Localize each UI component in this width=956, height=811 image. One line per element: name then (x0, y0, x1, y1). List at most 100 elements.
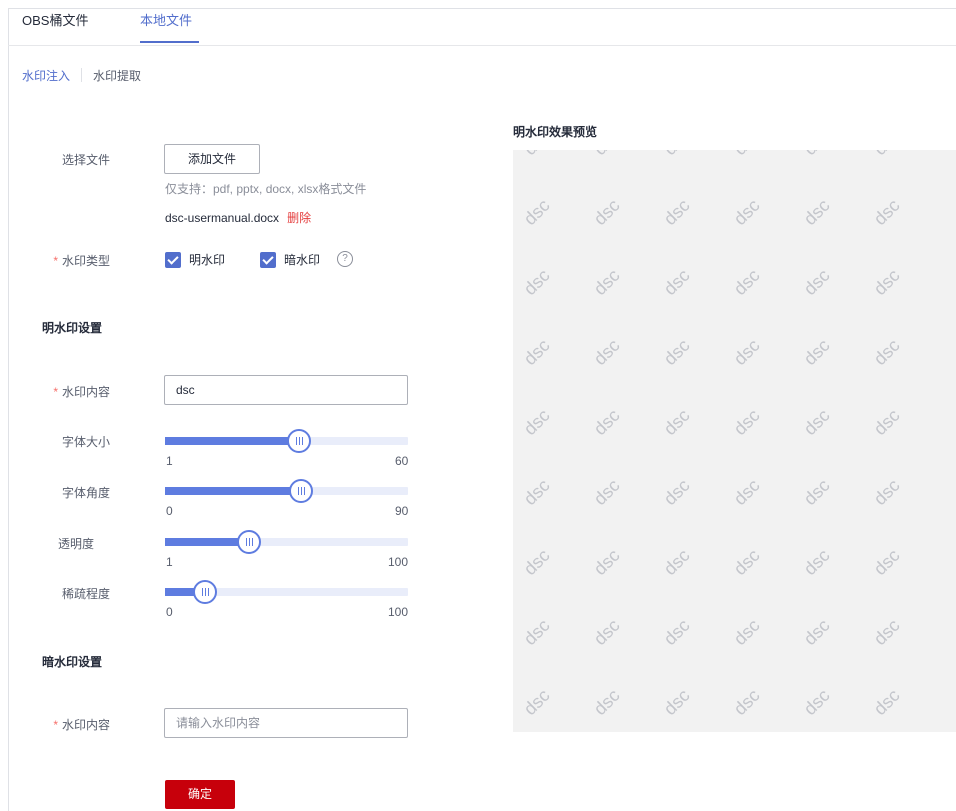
tab-obs-files[interactable]: OBS桶文件 (22, 10, 88, 29)
watermark-text: dsc (519, 405, 554, 440)
visible-watermark-settings-title: 明水印设置 (42, 321, 103, 335)
watermark-text: dsc (519, 615, 554, 650)
watermark-text: dsc (869, 195, 904, 230)
sparsity-min: 0 (166, 605, 173, 619)
confirm-button[interactable]: 确定 (165, 780, 235, 809)
watermark-text: dsc (730, 150, 765, 160)
watermark-text: dsc (660, 150, 695, 160)
invisible-content-label: * 水印内容 (53, 718, 110, 732)
watermark-text: dsc (659, 685, 694, 720)
slider-handle[interactable] (289, 479, 313, 503)
watermark-text: dsc (519, 685, 554, 720)
opacity-max: 100 (388, 555, 409, 569)
watermark-text: dsc (659, 615, 694, 650)
watermark-text: dsc (659, 195, 694, 230)
watermark-text: dsc (799, 615, 834, 650)
checkbox-checked-icon (165, 251, 181, 268)
font-angle-label: 字体角度 (61, 486, 110, 500)
subnav-divider (81, 68, 83, 82)
sparsity-max: 100 (388, 605, 409, 619)
watermark-text: dsc (869, 475, 904, 510)
opacity-label: 透明度 (58, 537, 95, 551)
watermark-text: dsc (729, 475, 764, 510)
slider-handle[interactable] (237, 530, 261, 554)
watermark-text: dsc (659, 335, 694, 370)
subnav-watermark-inject[interactable]: 水印注入 (22, 69, 70, 83)
font-size-max: 60 (395, 454, 409, 468)
opacity-slider[interactable] (165, 530, 408, 554)
delete-file-link[interactable]: 删除 (287, 211, 311, 225)
watermark-text: dsc (520, 150, 555, 160)
invisible-watermark-content-input[interactable] (164, 708, 408, 738)
watermark-text: dsc (729, 335, 764, 370)
watermark-text: dsc (729, 405, 764, 440)
slider-handle[interactable] (287, 429, 311, 453)
watermark-text: dsc (659, 545, 694, 580)
watermark-text: dsc (589, 335, 624, 370)
question-circle-icon[interactable]: ? (337, 251, 353, 267)
font-angle-slider[interactable] (165, 479, 408, 503)
slider-handle[interactable] (193, 580, 217, 604)
invisible-watermark-checkbox[interactable]: 暗水印 (260, 251, 320, 268)
font-size-min: 1 (166, 454, 173, 468)
add-file-button[interactable]: 添加文件 (164, 144, 260, 174)
watermark-text: dsc (589, 265, 624, 300)
invisible-watermark-settings-title: 暗水印设置 (42, 655, 103, 669)
watermark-text: dsc (799, 685, 834, 720)
watermark-text: dsc (869, 335, 904, 370)
sparsity-slider[interactable] (165, 580, 408, 604)
watermark-type-label: * 水印类型 (53, 254, 110, 268)
watermark-text: dsc (729, 265, 764, 300)
watermark-text: dsc (519, 195, 554, 230)
watermark-text: dsc (589, 615, 624, 650)
watermark-text: dsc (869, 685, 904, 720)
subnav-watermark-extract[interactable]: 水印提取 (93, 69, 141, 83)
watermark-text: dsc (590, 150, 625, 160)
watermark-text: dsc (659, 475, 694, 510)
required-marker: * (53, 254, 58, 268)
visible-content-label: * 水印内容 (53, 385, 110, 399)
file-format-hint: 仅支持：pdf, pptx, docx, xlsx格式文件 (165, 182, 367, 196)
watermark-text: dsc (799, 195, 834, 230)
font-size-label: 字体大小 (61, 435, 110, 449)
watermark-text: dsc (869, 545, 904, 580)
tab-local-files[interactable]: 本地文件 (140, 10, 192, 29)
visible-watermark-checkbox[interactable]: 明水印 (165, 251, 225, 268)
slider-fill (165, 437, 299, 445)
checkbox-checked-icon (260, 251, 276, 268)
watermark-text: dsc (869, 265, 904, 300)
font-size-slider[interactable] (165, 429, 408, 453)
font-angle-min: 0 (166, 504, 173, 518)
visible-watermark-content-input[interactable] (164, 375, 408, 405)
watermark-text: dsc (589, 685, 624, 720)
watermark-text: dsc (589, 545, 624, 580)
watermark-text: dsc (799, 335, 834, 370)
sub-navigation: 水印注入 水印提取 (22, 67, 141, 84)
watermark-text: dsc (799, 475, 834, 510)
select-file-label: 选择文件 (61, 153, 110, 167)
watermark-text: dsc (800, 150, 835, 160)
watermark-text: dsc (729, 615, 764, 650)
preview-title: 明水印效果预览 (513, 125, 598, 139)
file-name: dsc-usermanual.docx (165, 211, 280, 225)
opacity-min: 1 (166, 555, 173, 569)
watermark-text: dsc (799, 265, 834, 300)
required-marker: * (53, 718, 58, 732)
required-marker: * (53, 385, 58, 399)
watermark-text: dsc (519, 545, 554, 580)
font-angle-max: 90 (395, 504, 409, 518)
watermark-text: dsc (659, 265, 694, 300)
watermark-text: dsc (870, 150, 905, 160)
watermark-text: dsc (519, 265, 554, 300)
watermark-text: dsc (519, 335, 554, 370)
watermark-text: dsc (869, 615, 904, 650)
watermark-preview-area: dsc dsc dsc dsc dsc dsc dsc dsc dsc dsc dsc dsc dsc d… (513, 150, 956, 732)
watermark-text: dsc (799, 405, 834, 440)
watermark-text: dsc (589, 195, 624, 230)
watermark-text: dsc (729, 195, 764, 230)
watermark-text: dsc (729, 545, 764, 580)
selected-file: dsc-usermanual.docx 删除 (165, 209, 311, 226)
watermark-text: dsc (729, 685, 764, 720)
watermark-text: dsc (589, 475, 624, 510)
watermark-text: dsc (869, 405, 904, 440)
